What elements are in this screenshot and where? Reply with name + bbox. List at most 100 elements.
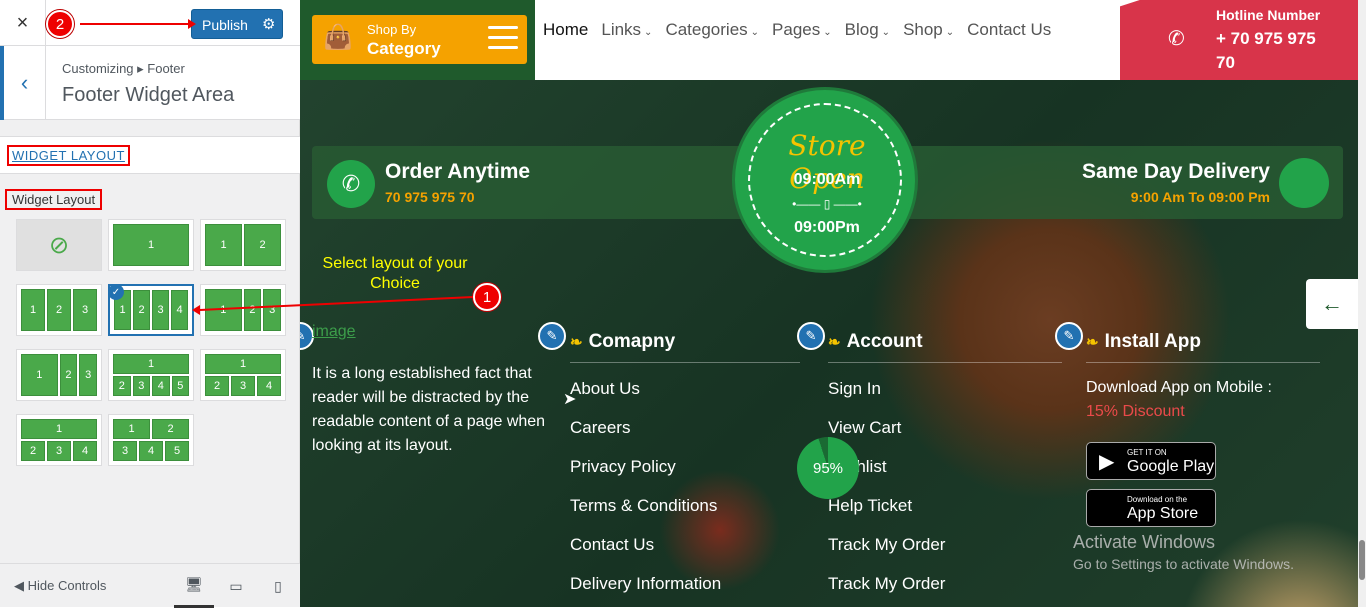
layout-column: 3 [231,376,255,396]
footer-link[interactable]: Delivery Information [570,574,721,594]
divider [570,362,800,363]
layout-option-3[interactable]: 12 [200,219,286,271]
widget-layout-link[interactable]: WIDGET LAYOUT [7,145,130,166]
chevron-down-icon: ⌄ [750,27,760,38]
layout-option-2[interactable]: 1 [108,219,194,271]
nav-shop[interactable]: Shop ⌄ [903,20,954,40]
layout-column: 3 [73,289,97,331]
edit-icon[interactable]: ✎ [538,322,566,350]
layout-column: 3 [79,354,98,396]
hotline-number[interactable]: + 70 975 975 70 [1216,27,1326,75]
main-nav: Home Links ⌄ Categories ⌄ Pages ⌄ Blog ⌄ Shop ⌄ Con… [543,20,1064,40]
site-preview: 👜 Shop By Category Home Links ⌄ Categories ⌄… [300,0,1366,607]
publish-button[interactable]: Publish ⚙ [191,9,283,39]
layout-column: 1 [205,354,281,374]
mobile-icon[interactable]: ▯ [258,564,298,608]
arrow-left-icon[interactable]: ← [1306,279,1358,329]
desktop-icon[interactable]: 🖥 [174,564,214,608]
layout-column: 1 [205,224,242,266]
mouse-cursor: ➤ [563,391,577,408]
apple-big: App Store [1127,505,1199,522]
app-store-button[interactable]: Download on the App Store [1086,489,1216,527]
layout-option-10[interactable]: 1234 [16,414,102,466]
nav-label: Shop [903,20,943,39]
open-time: 09:00Am [793,171,861,188]
activate-windows-title: Activate Windows [1073,532,1216,552]
category-line2: Category [367,39,441,58]
gear-icon[interactable]: ⚙ [262,15,275,33]
layout-column: 4 [139,441,163,461]
layout-option-8[interactable]: 12345 [108,349,194,401]
divider [1086,362,1320,363]
nav-label: Home [543,20,589,39]
step-marker-1: 1 [473,283,501,311]
layout-column: 4 [171,290,188,330]
layout-column: 5 [165,441,189,461]
footer-link[interactable]: Help Ticket [828,496,912,516]
nav-links[interactable]: Links ⌄ [601,20,652,40]
hide-controls-label: Hide Controls [27,578,107,593]
footer-link[interactable]: About Us [570,379,640,399]
scrollbar-thumb[interactable] [1359,540,1365,580]
layout-column: 2 [47,289,71,331]
shop-by-category-button[interactable]: 👜 Shop By Category [312,15,527,64]
layout-column: 4 [73,441,97,461]
footer-link[interactable]: Careers [570,418,630,438]
nav-contact-us[interactable]: Contact Us [967,20,1051,40]
account-heading: ❧ Account [828,331,923,353]
hamburger-icon [488,26,518,52]
chevron-left-icon: ‹ [20,70,29,95]
close-time: 09:00Pm [794,219,860,236]
footer-link[interactable]: Contact Us [570,535,654,555]
google-play-button[interactable]: ▶ GET IT ON Google Play [1086,442,1216,480]
layout-option-6[interactable]: 123 [200,284,286,336]
footer-link[interactable]: Terms & Conditions [570,496,717,516]
nav-pages[interactable]: Pages ⌄ [772,20,832,40]
footer-link[interactable]: Track My Order [828,574,945,594]
hide-controls-button[interactable]: ◀ Hide Controls [14,578,106,594]
nav-label: Blog [844,20,879,39]
google-small: GET IT ON [1127,448,1167,457]
account-title: Account [846,331,923,352]
collapse-icon: ◀ [14,578,28,593]
edit-icon[interactable]: ✎ [1055,322,1083,350]
layout-option-7[interactable]: 123 [16,349,102,401]
layout-column: 2 [152,419,189,439]
discount-text: 15% Discount [1086,403,1185,420]
footer-link[interactable]: Track My Order [828,535,945,555]
play-icon: ▶ [1099,451,1115,473]
nav-blog[interactable]: Blog ⌄ [845,20,890,40]
layout-option-1[interactable]: ⊘ [16,219,102,271]
chevron-down-icon: ⌄ [881,27,891,38]
about-text: It is a long established fact that reade… [312,365,546,454]
nav-label: Contact Us [967,20,1052,39]
layout-column: 2 [133,290,150,330]
shopping-bag-icon: 👜 [323,24,353,51]
disabled-icon: ⊘ [48,231,70,259]
image-placeholder: image [312,323,356,340]
app-text: Download App on Mobile : [1086,379,1272,396]
phone-icon: ✆ [327,160,375,208]
layout-option-9[interactable]: 1234 [200,349,286,401]
nav-categories[interactable]: Categories ⌄ [665,20,759,40]
google-big: Google Play [1127,458,1215,475]
layout-option-4[interactable]: 123 [16,284,102,336]
footer-link[interactable]: Sign In [828,379,881,399]
chevron-down-icon: ⌄ [945,27,955,38]
layout-column: 2 [59,354,78,396]
tablet-icon[interactable]: ▭ [216,564,256,608]
section-header: ‹ Customizing ▸ Footer Footer Widget Are… [0,46,300,120]
footer-link[interactable]: Privacy Policy [570,457,676,477]
back-button[interactable]: ‹ [0,46,46,120]
chevron-down-icon: ⌄ [823,27,832,38]
nav-home[interactable]: Home [543,20,588,40]
delivery-title: Same Day Delivery [1082,160,1270,183]
layout-column: 4 [152,376,170,396]
layout-option-11[interactable]: 12345 [108,414,194,466]
layout-option-5[interactable]: 1 2 3 4 ✓ [108,284,194,336]
customizer-header: × 2 Publish ⚙ [0,0,300,46]
footer-link[interactable]: View Cart [828,418,901,438]
edit-icon[interactable]: ✎ [797,322,825,350]
scrollbar[interactable] [1358,0,1366,607]
close-icon[interactable]: × [0,0,46,46]
